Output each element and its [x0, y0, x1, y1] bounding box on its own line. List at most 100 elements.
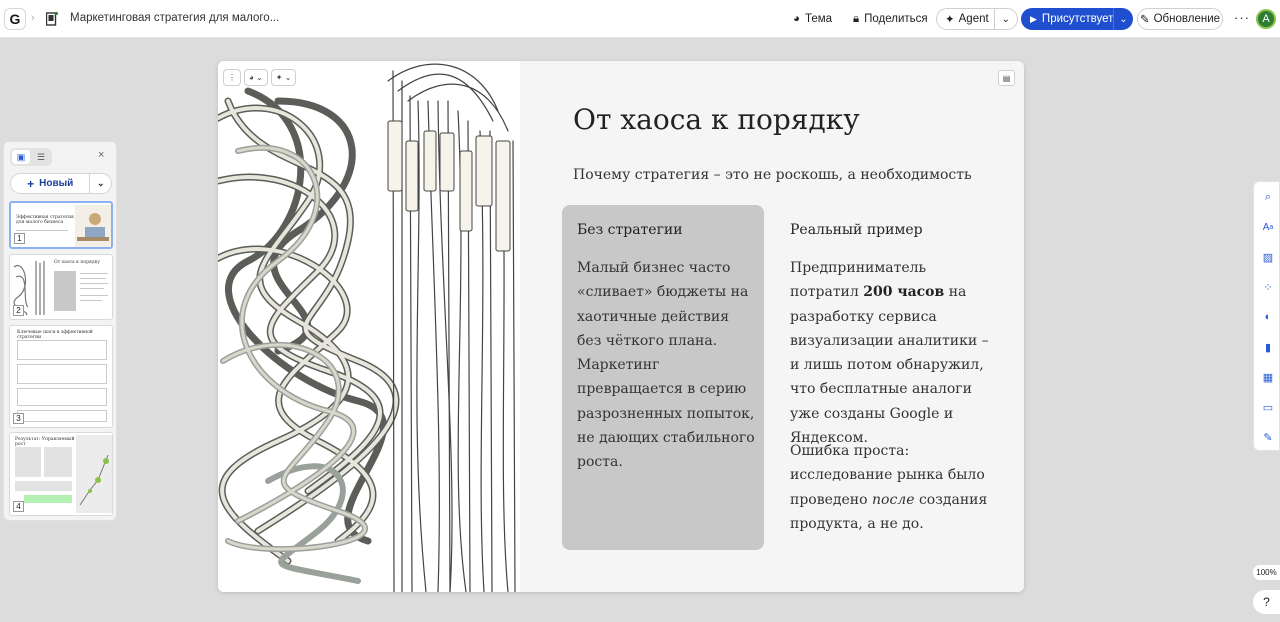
update-label: Обновление [1153, 13, 1221, 25]
help-button[interactable]: ? [1253, 590, 1280, 614]
thumb-row [17, 364, 107, 384]
thumb-text-line [16, 230, 68, 231]
new-slide-dropdown[interactable]: ⌄ [89, 174, 111, 193]
toggle-icon[interactable]: ◐ [1261, 310, 1275, 324]
new-slide-button[interactable]: + Новый [11, 177, 89, 191]
notes-icon[interactable]: ▤ [998, 70, 1015, 86]
thumb-text-line [80, 288, 104, 289]
thumb-highlight [24, 495, 72, 503]
card-heading: Без стратегии [577, 222, 683, 238]
card-body: Малый бизнес часто «сливает» бюджеты на … [577, 260, 755, 471]
thumb-text-line [80, 295, 108, 296]
palette-dropdown-button[interactable]: ◕ ⌄ [244, 69, 268, 86]
table-icon[interactable]: ▦ [1261, 370, 1275, 384]
present-button-group: ▶ Присутствует ⌄ [1021, 8, 1133, 30]
avatar[interactable]: A [1256, 9, 1276, 29]
embed-icon[interactable]: ▭ [1261, 400, 1275, 414]
thumb-row [17, 388, 107, 406]
thumb-row [17, 340, 107, 360]
plus-icon: + [27, 176, 35, 191]
slide-illustration [218, 61, 520, 592]
slides-panel: ▣ ☰ × + Новый ⌄ Эффективная стратегия дл… [3, 141, 117, 521]
slide-subtitle[interactable]: Почему стратегия – это не роскошь, а нео… [573, 167, 972, 183]
share-label: Поделиться [864, 13, 928, 25]
document-icon [46, 12, 58, 26]
palette-icon: ◕ [793, 13, 800, 25]
text-style-icon[interactable]: Aa [1261, 220, 1275, 234]
close-icon[interactable]: × [98, 149, 104, 161]
slide-canvas[interactable]: ⋮ ◕ ⌄ ✦ ⌄ ▤ От хаоса к порядку Почему ст… [218, 61, 1024, 592]
slide-number: 2 [13, 305, 24, 316]
top-bar: G › Маркетинговая стратегия для малого..… [0, 0, 1280, 38]
conclusion-paragraph[interactable]: Ошибка проста: исследование рынка было п… [790, 439, 990, 536]
tangled-cables-illustration [218, 63, 516, 592]
thumb-title: От хаоса к порядку [54, 260, 101, 265]
chevron-down-icon: ⌄ [1001, 13, 1010, 25]
slide-title[interactable]: От хаоса к порядку [573, 103, 860, 136]
present-label: Присутствует [1041, 13, 1114, 25]
chevron-down-icon: ⌄ [96, 178, 105, 188]
view-toggle: ▣ ☰ [10, 148, 52, 166]
theme-label: Тема [804, 13, 833, 25]
thumb-card [15, 481, 72, 491]
slide-number: 3 [13, 413, 24, 424]
example-paragraph[interactable]: Предприниматель потратил 200 часов на ра… [790, 256, 990, 450]
right-toolbar: ⌕ Aa ▨ ⁘ ◐ ▮ ▦ ▭ ✎ [1253, 181, 1280, 451]
thumb-text-line [80, 283, 108, 284]
thumb-text-line [80, 278, 106, 279]
play-icon: ▶ [1030, 13, 1037, 24]
example-heading[interactable]: Реальный пример [790, 222, 923, 238]
ai-dropdown-button[interactable]: ✦ ⌄ [270, 69, 297, 86]
present-dropdown-button[interactable]: ⌄ [1113, 8, 1133, 30]
thumb-text-line [80, 300, 102, 301]
thumb-card [44, 447, 72, 477]
agent-label: Agent [958, 13, 989, 25]
without-strategy-card[interactable]: Без стратегии Малый бизнес часто «сливае… [562, 205, 764, 550]
elements-icon[interactable]: ⁘ [1261, 280, 1275, 294]
bold-text-run: 200 часов [863, 284, 945, 301]
zoom-level[interactable]: 100% [1253, 565, 1280, 580]
logo-letter: G [9, 11, 21, 27]
image-icon[interactable]: ▨ [1261, 250, 1275, 264]
chart-icon[interactable]: ▮ [1261, 340, 1275, 354]
slide-number: 1 [14, 233, 25, 244]
share-button[interactable]: 🔒︎ Поделиться [853, 9, 928, 29]
slide-thumbnail-1[interactable]: Эффективная стратегия для малого бизнеса… [9, 201, 113, 249]
text-run: на разработку сервиса визуализации анали… [790, 284, 989, 447]
new-slide-button-group: + Новый ⌄ [10, 173, 112, 194]
chevron-right-icon: › [31, 12, 35, 24]
agent-dropdown-button[interactable]: ⌄ [993, 9, 1017, 29]
slide-toolbar: ⋮ ◕ ⌄ ✦ ⌄ [223, 69, 297, 86]
sparkle-icon: ✦ [945, 14, 955, 26]
agent-button-group: ✦ Agent ⌄ [936, 8, 1018, 30]
avatar-letter: A [1262, 13, 1270, 25]
thumb-illustration [76, 435, 112, 513]
slide-number: 4 [13, 501, 24, 512]
chevron-down-icon: ⌄ [1119, 13, 1128, 25]
thumb-text-line [80, 273, 108, 274]
thumb-row [17, 410, 107, 422]
slide-thumbnail-2[interactable]: От хаоса к порядку 2 [9, 254, 113, 320]
app-logo[interactable]: G [4, 8, 26, 30]
new-label: Новый [39, 178, 74, 189]
more-vertical-icon[interactable]: ⋮ [223, 69, 241, 86]
italic-text-run: после [872, 491, 915, 508]
present-button[interactable]: ▶ Присутствует [1021, 13, 1113, 25]
thumb-illustration [75, 205, 111, 247]
slide-thumbnail-4[interactable]: Результат: Управляемый рост 4 [9, 432, 113, 516]
more-options-button[interactable]: ··· [1234, 10, 1250, 25]
edit-sparkle-icon: ✎ [1139, 14, 1150, 26]
theme-button[interactable]: ◕ Тема [793, 9, 832, 29]
list-view-icon[interactable]: ☰ [32, 150, 50, 164]
thumb-card [15, 447, 41, 477]
slide-thumbnail-3[interactable]: Ключевые шаги к эффективной стратегии 3 [9, 325, 113, 428]
agent-button[interactable]: ✦ Agent [937, 12, 994, 26]
update-button[interactable]: ✎ Обновление [1137, 8, 1223, 30]
document-title[interactable]: Маркетинговая стратегия для малого... [70, 12, 279, 24]
grid-view-icon[interactable]: ▣ [12, 150, 30, 164]
edit-icon[interactable]: ✎ [1261, 430, 1275, 444]
lock-icon: 🔒︎ [853, 12, 860, 25]
search-icon[interactable]: ⌕ [1261, 190, 1275, 204]
thumb-card [54, 271, 76, 311]
thumb-title: Эффективная стратегия для малого бизнеса [16, 215, 74, 226]
